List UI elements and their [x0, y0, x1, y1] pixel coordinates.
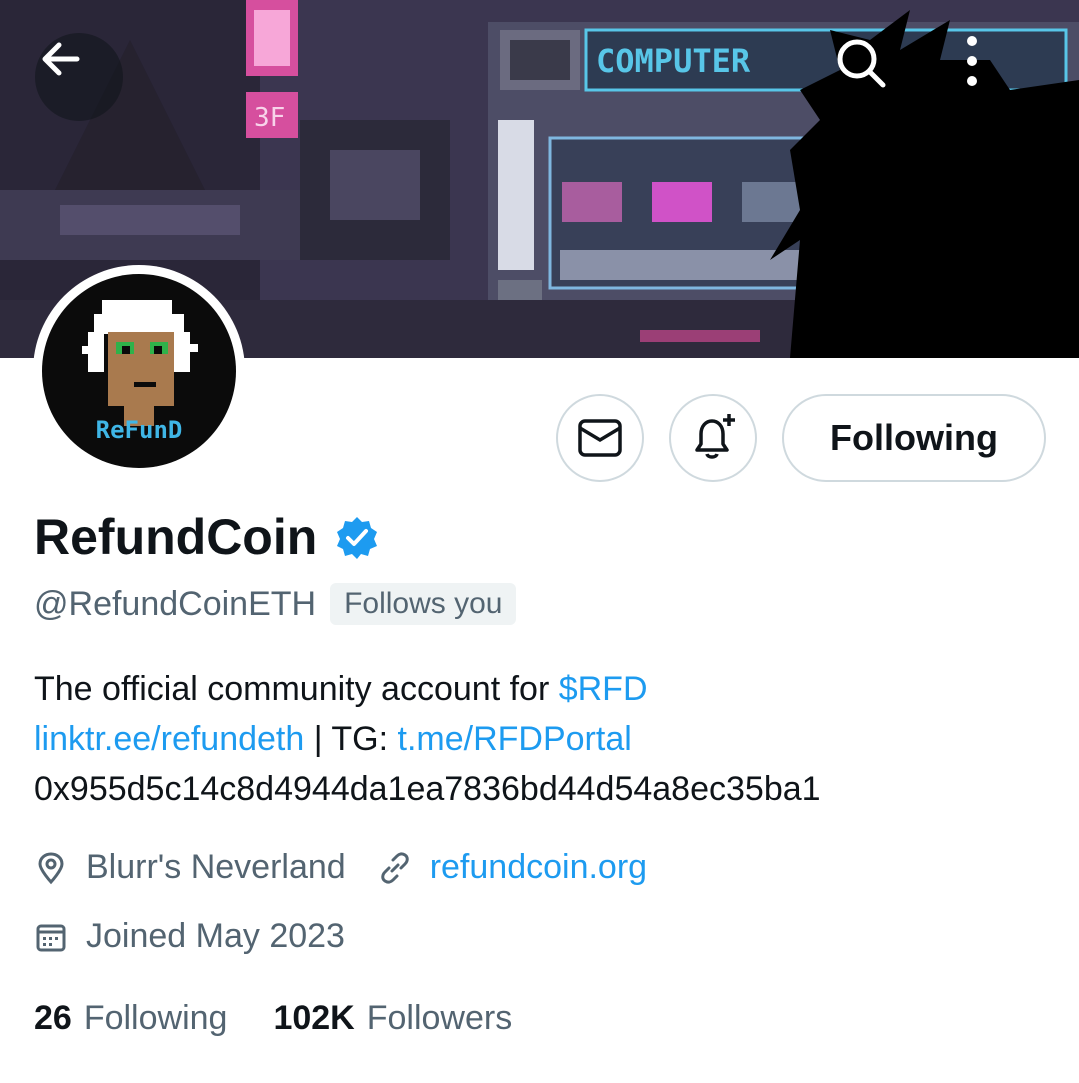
- message-button[interactable]: [556, 394, 644, 482]
- profile-name-row: RefundCoin: [34, 508, 379, 566]
- more-vertical-icon: [967, 36, 977, 86]
- following-label: Following: [83, 999, 228, 1037]
- bio-text: The official community account for: [34, 670, 559, 708]
- link-icon: [380, 851, 409, 884]
- bell-plus-icon: [695, 414, 735, 459]
- followers-count: 102K: [273, 999, 355, 1037]
- followers-stat[interactable]: 102K Followers: [273, 999, 512, 1038]
- profile-avatar[interactable]: ReFunD: [33, 265, 245, 477]
- envelope-icon: [578, 419, 622, 457]
- bio-line-3: 0x955d5c14c8d4944da1ea7836bd44d54a8ec35b…: [34, 770, 821, 808]
- avatar-label: ReFunD: [95, 416, 183, 444]
- location-text: Blurr's Neverland: [86, 848, 346, 886]
- verified-badge-icon[interactable]: [335, 515, 379, 559]
- more-options-button[interactable]: [962, 33, 1050, 121]
- notifications-button[interactable]: [669, 394, 757, 482]
- cashtag-link[interactable]: $RFD: [559, 670, 648, 708]
- search-button[interactable]: [831, 33, 919, 121]
- svg-text:3F: 3F: [254, 103, 285, 133]
- user-handle: @RefundCoinETH: [34, 584, 317, 623]
- search-icon: [837, 39, 886, 88]
- website-link[interactable]: refundcoin.org: [430, 848, 647, 887]
- following-count: 26: [34, 999, 72, 1037]
- location-pin-icon: [38, 851, 64, 884]
- location-website-row: Blurr's Neverland refundcoin.org: [34, 848, 647, 887]
- avatar-image: ReFunD: [42, 274, 236, 468]
- bio-line-1: The official community account for $RFD: [34, 664, 821, 714]
- telegram-link[interactable]: t.me/RFDPortal: [398, 720, 632, 758]
- follows-you-badge: Follows you: [330, 583, 517, 625]
- back-arrow-icon: [42, 42, 80, 76]
- followers-label: Followers: [366, 999, 513, 1037]
- bio-line-2: linktr.ee/refundeth | TG: t.me/RFDPortal: [34, 714, 821, 764]
- calendar-icon: [36, 924, 66, 951]
- back-button[interactable]: [35, 33, 123, 121]
- joined-row: Joined May 2023: [34, 917, 345, 956]
- following-stat[interactable]: 26 Following: [34, 999, 227, 1038]
- profile-bio: The official community account for $RFD …: [34, 664, 821, 814]
- linktree-link[interactable]: linktr.ee/refundeth: [34, 720, 304, 758]
- handle-row: @RefundCoinETH Follows you: [34, 583, 517, 625]
- follow-stats: 26 Following 102K Followers: [34, 999, 512, 1038]
- svg-text:COMPUTER: COMPUTER: [596, 42, 751, 80]
- bio-separator: | TG:: [304, 720, 398, 758]
- following-button[interactable]: Following: [782, 394, 1046, 482]
- joined-date: Joined May 2023: [86, 917, 345, 955]
- display-name: RefundCoin: [34, 509, 318, 565]
